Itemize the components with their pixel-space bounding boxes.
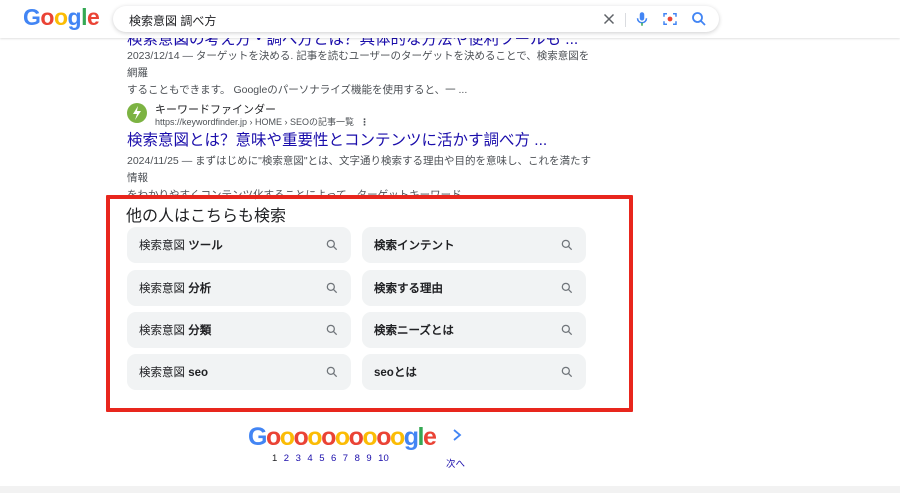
- pagination-logo-letter: o: [265, 423, 281, 451]
- page-link[interactable]: 9: [366, 453, 371, 464]
- chip-bold: 検索ニーズとは: [374, 325, 454, 337]
- pagination-logo-letter: o: [279, 423, 295, 451]
- chip-prefix: 検索意図: [139, 283, 189, 295]
- chip-label: seoとは: [374, 364, 417, 380]
- page-link[interactable]: 10: [378, 453, 389, 464]
- lightning-icon: [133, 106, 141, 120]
- result-site-info[interactable]: キーワードファインダー https://keywordfinder.jp › H…: [127, 101, 597, 127]
- pagination-logo-letter: o: [321, 423, 336, 451]
- site-url: https://keywordfinder.jp › HOME › SEOの記事…: [155, 115, 369, 128]
- search-icon: [326, 282, 338, 294]
- related-search-chip[interactable]: 検索する理由: [362, 270, 586, 306]
- chip-bold: seo: [188, 367, 209, 379]
- search-icon: [561, 324, 573, 336]
- pagination-logo-letter: o: [293, 423, 309, 451]
- clear-icon[interactable]: [600, 10, 618, 28]
- chip-label: 検索意図 ツール: [139, 237, 223, 253]
- chip-label: 検索インテント: [374, 237, 455, 253]
- logo-letter-4: g: [67, 4, 82, 30]
- chip-label: 検索する理由: [374, 280, 443, 296]
- search-input[interactable]: 検索意図 調べ方: [129, 12, 216, 29]
- chip-label: 検索ニーズとは: [374, 322, 454, 338]
- snippet-line: することもできます。 Googleのパーソナライズ機能を使用すると、一 ...: [127, 84, 468, 96]
- result-title-link[interactable]: 検索意図とは？意味や重要性とコンテンツに活かす調べ方 ...: [127, 128, 597, 150]
- google-logo[interactable]: Google: [23, 4, 100, 31]
- related-search-chip[interactable]: 検索インテント: [362, 227, 586, 263]
- pagination-logo-letter: o: [376, 423, 391, 451]
- pagination-logo: Goooooooooogle: [248, 423, 437, 452]
- logo-letter-1: G: [23, 4, 41, 30]
- search-icon: [326, 366, 338, 378]
- microphone-icon[interactable]: [633, 10, 651, 28]
- chip-bold: seoとは: [374, 367, 417, 379]
- search-box[interactable]: 検索意図 調べ方: [113, 6, 719, 32]
- related-searches-title: 他の人はこちらも検索: [126, 208, 287, 225]
- page-link[interactable]: 5: [319, 453, 324, 464]
- page-link[interactable]: 6: [331, 453, 336, 464]
- pagination-logo-letter: o: [389, 423, 405, 451]
- pagination-logo-letter: o: [307, 423, 322, 451]
- pagination-logo-letter: o: [334, 423, 350, 451]
- chip-prefix: 検索意図: [139, 240, 189, 252]
- snippet-line: 2023/12/14 — ターゲットを決める. 記事を読むユーザーのターゲットを…: [127, 50, 590, 79]
- related-search-chip[interactable]: 検索意図 分類: [127, 312, 351, 348]
- chip-bold: 検索する理由: [374, 283, 443, 295]
- pagination-logo-letter: g: [403, 423, 419, 451]
- chip-prefix: 検索意図: [139, 367, 189, 379]
- logo-letter-6: e: [86, 4, 100, 30]
- page-numbers: 1 2 3 4 5 6 7 8 9 10: [272, 453, 395, 464]
- search-icon: [326, 324, 338, 336]
- page-link[interactable]: 2: [284, 453, 289, 464]
- related-search-chip[interactable]: 検索意図 seo: [127, 354, 351, 390]
- search-icon: [326, 239, 338, 251]
- search-icon[interactable]: [690, 10, 708, 28]
- search-header: Google 検索意図 調べ方: [0, 0, 900, 38]
- search-divider: [625, 13, 626, 27]
- related-search-chip[interactable]: 検索ニーズとは: [362, 312, 586, 348]
- chip-bold: 分析: [188, 283, 212, 295]
- result-snippet: 2023/12/14 — ターゲットを決める. 記事を読むユーザーのターゲットを…: [127, 48, 597, 99]
- chip-bold: ツール: [188, 240, 223, 252]
- search-icon: [561, 366, 573, 378]
- site-url-text: https://keywordfinder.jp › HOME › SEOの記事…: [155, 117, 355, 127]
- page-link[interactable]: 8: [355, 453, 360, 464]
- chip-label: 検索意図 分析: [139, 280, 211, 296]
- chevron-right-icon[interactable]: [451, 428, 463, 442]
- page-link[interactable]: 3: [296, 453, 301, 464]
- related-search-chip[interactable]: 検索意図 分析: [127, 270, 351, 306]
- pagination-logo-letter: e: [423, 423, 437, 451]
- more-options-icon[interactable]: ⋮: [360, 117, 369, 127]
- pagination-logo-letter: o: [362, 423, 377, 451]
- logo-letter-2: o: [40, 4, 54, 30]
- lens-camera-icon[interactable]: [661, 10, 679, 28]
- chip-label: 検索意図 seo: [139, 364, 208, 380]
- page-link[interactable]: 4: [307, 453, 312, 464]
- chip-prefix: 検索意図: [139, 325, 189, 337]
- logo-letter-3: o: [53, 4, 68, 30]
- search-icon: [561, 282, 573, 294]
- search-result-2: キーワードファインダー https://keywordfinder.jp › H…: [127, 101, 597, 204]
- chip-bold: 検索インテント: [374, 240, 455, 252]
- site-favicon: [127, 103, 147, 123]
- pagination-logo-letter: o: [348, 423, 364, 451]
- snippet-line: 2024/11/25 — まずはじめに"検索意図"とは、文字通り検索する理由や目…: [127, 155, 592, 184]
- page-link[interactable]: 7: [343, 453, 348, 464]
- page-number-current: 1: [272, 453, 278, 464]
- chip-bold: 分類: [188, 325, 212, 337]
- next-page-link[interactable]: 次へ: [446, 456, 465, 470]
- footer-strip: [0, 486, 900, 493]
- chip-label: 検索意図 分類: [139, 322, 211, 338]
- related-search-chip[interactable]: seoとは: [362, 354, 586, 390]
- pagination-logo-letter: G: [248, 423, 267, 451]
- search-icon: [561, 239, 573, 251]
- related-search-chip[interactable]: 検索意図 ツール: [127, 227, 351, 263]
